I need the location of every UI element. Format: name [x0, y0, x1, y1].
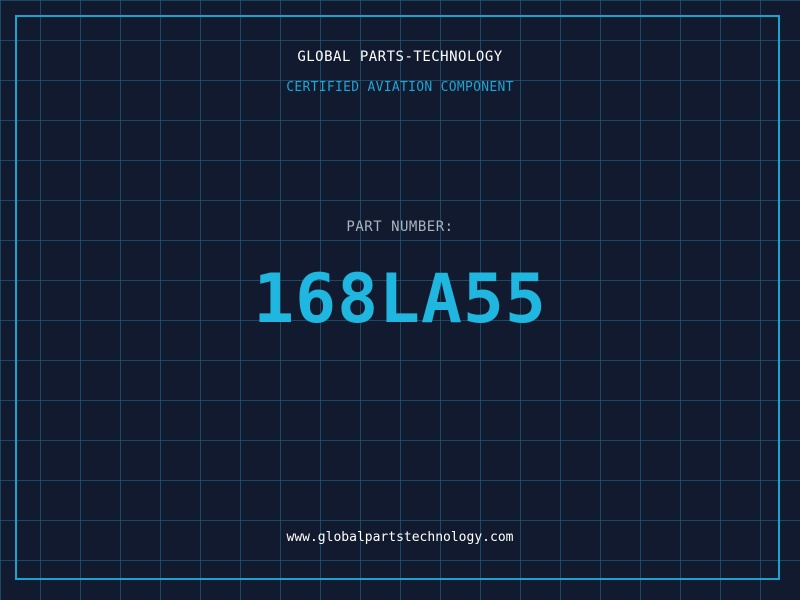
certification-tagline: CERTIFIED AVIATION COMPONENT [286, 80, 514, 95]
part-number-label: PART NUMBER: [346, 219, 454, 235]
part-label-card: GLOBAL PARTS-TECHNOLOGY CERTIFIED AVIATI… [0, 0, 800, 600]
website-url: www.globalpartstechnology.com [286, 530, 514, 545]
part-number-value: 168LA55 [253, 260, 547, 339]
company-name: GLOBAL PARTS-TECHNOLOGY [297, 49, 503, 65]
